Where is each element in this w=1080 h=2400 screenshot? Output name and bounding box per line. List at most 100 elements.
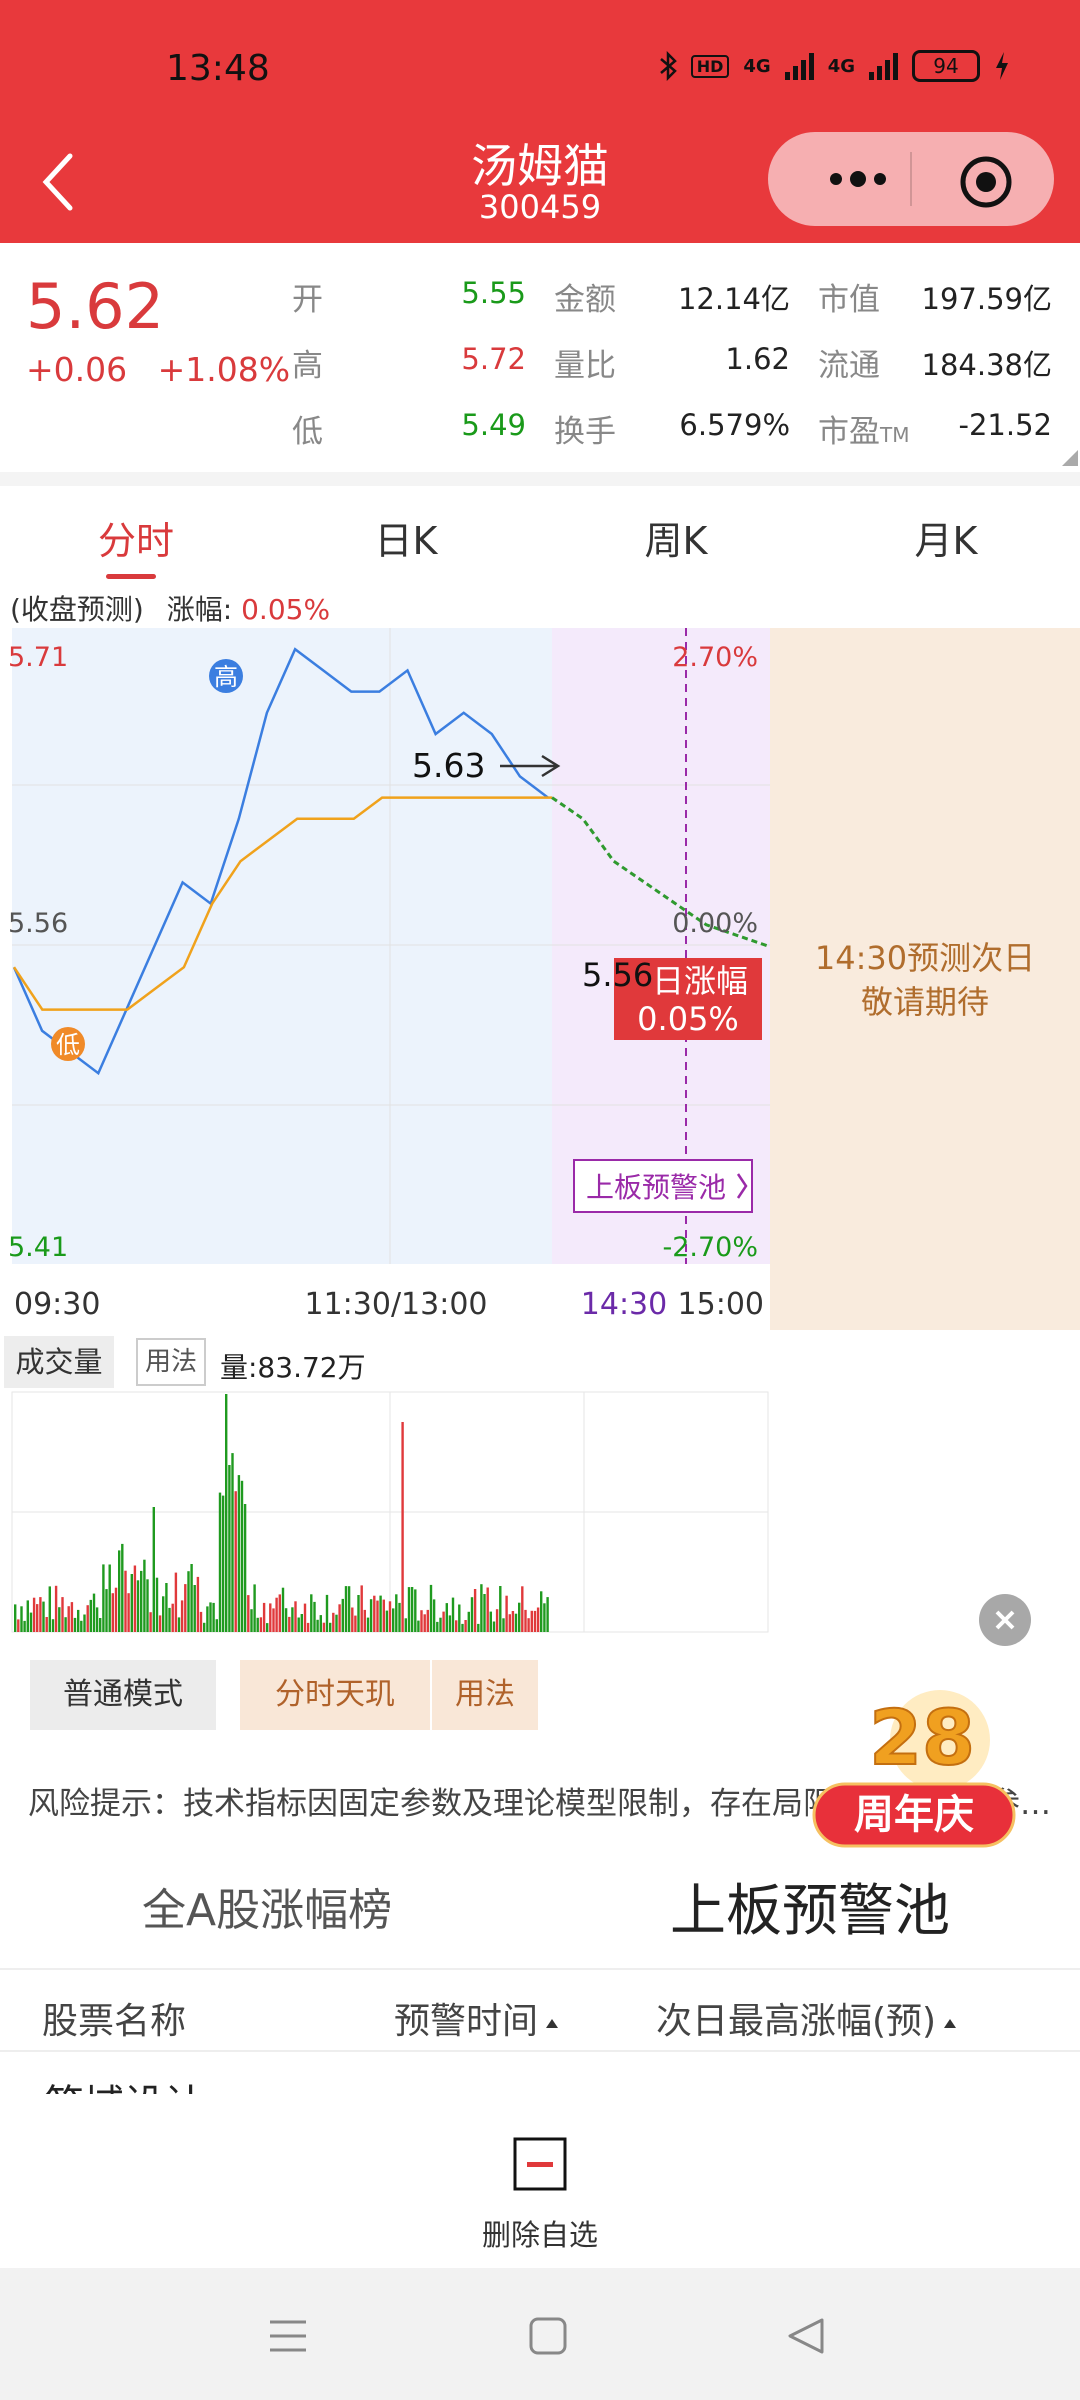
- close-miniapp-icon[interactable]: [956, 152, 1016, 212]
- volume-bar: [174, 1572, 178, 1632]
- menu-icon[interactable]: [268, 2316, 308, 2356]
- volume-bar: [234, 1491, 237, 1632]
- tab-all-a-gainers[interactable]: 全A股涨幅榜: [142, 1874, 392, 1938]
- volume-bar: [58, 1607, 61, 1632]
- volume-bar: [14, 1604, 17, 1632]
- volume-bar: [266, 1623, 269, 1632]
- volume-bar: [269, 1603, 272, 1632]
- volume-bar: [344, 1586, 348, 1632]
- volume-bar: [335, 1614, 338, 1632]
- volume-bar: [329, 1622, 332, 1632]
- volume-usage-tag[interactable]: 用法: [136, 1338, 206, 1386]
- normal-mode-button[interactable]: 普通模式: [30, 1660, 216, 1730]
- delete-watchlist-icon[interactable]: [512, 2136, 568, 2192]
- volume-bar: [209, 1602, 212, 1632]
- volume-bar: [262, 1602, 266, 1632]
- volume-bar: [306, 1622, 310, 1632]
- volume-bar: [366, 1617, 370, 1632]
- divider: [0, 2050, 1080, 2052]
- pct-label-top: 2.70%: [672, 642, 758, 673]
- turnover-value: 6.579%: [679, 408, 790, 442]
- volume-ratio-value: 1.62: [725, 342, 790, 376]
- col-alert-time[interactable]: 预警时间: [394, 1992, 559, 2044]
- volume-bar: [228, 1465, 231, 1632]
- volume-bar: [521, 1586, 524, 1632]
- amount-value: 12.14亿: [677, 282, 790, 316]
- volume-bar: [442, 1611, 445, 1632]
- volume-bars: [14, 1394, 549, 1632]
- volume-bar: [455, 1620, 458, 1632]
- volume-bar: [114, 1587, 118, 1632]
- list-item[interactable]: 答域设计: [44, 2080, 644, 2094]
- volume-bar: [505, 1595, 508, 1632]
- volume-bar: [256, 1617, 259, 1632]
- volume-bar: [429, 1584, 433, 1632]
- volume-bar: [111, 1593, 114, 1632]
- volume-bar: [518, 1602, 521, 1632]
- volume-bar: [70, 1602, 74, 1632]
- col-alert-time-label: 预警时间: [394, 2001, 539, 2042]
- delete-watchlist-label[interactable]: 删除自选: [0, 2212, 1080, 2254]
- volume-bar: [29, 1612, 33, 1632]
- low-marker: 低: [51, 1027, 85, 1061]
- volume-bar: [448, 1615, 452, 1632]
- tab-monthly-k[interactable]: 月K: [846, 510, 1046, 565]
- col-next-day-high[interactable]: 次日最高涨幅(预): [656, 1992, 957, 2044]
- volume-bar: [158, 1615, 162, 1632]
- anniversary-badge[interactable]: 28 周年庆: [800, 1680, 1030, 1860]
- volume-bar: [86, 1605, 89, 1632]
- volume-tag[interactable]: 成交量: [4, 1336, 114, 1388]
- volume-bar: [272, 1608, 275, 1632]
- volume-bar: [294, 1601, 297, 1632]
- volume-bar: [284, 1608, 288, 1632]
- y-label-top: 5.71: [8, 642, 68, 673]
- high-value: 5.72: [461, 342, 526, 376]
- high-label: 高: [292, 348, 323, 384]
- more-icon[interactable]: [800, 144, 916, 214]
- back-nav-icon[interactable]: [786, 2316, 826, 2356]
- tab-daily-k[interactable]: 日K: [306, 510, 506, 565]
- volume-bar: [187, 1571, 190, 1632]
- tab-limit-up-pool[interactable]: 上板预警池: [670, 1866, 950, 1947]
- tab-intraday[interactable]: 分时: [36, 510, 236, 565]
- change-percent: +1.08%: [157, 350, 291, 389]
- intraday-chart[interactable]: 高 低 5.63 日涨幅 0.05% 5.56 上板预警池 5.71 5.56 …: [0, 600, 780, 1330]
- tab-weekly-k[interactable]: 周K: [576, 510, 776, 565]
- pool-button-label[interactable]: 上板预警池: [586, 1171, 726, 1204]
- usage-button[interactable]: 用法: [432, 1660, 538, 1730]
- volume-bar: [124, 1570, 127, 1632]
- volume-bar: [136, 1580, 140, 1632]
- volume-bar: [524, 1609, 527, 1632]
- volume-bar: [480, 1584, 483, 1632]
- volume-bar: [354, 1615, 357, 1632]
- volume-bar: [470, 1597, 474, 1632]
- expand-corner-icon[interactable]: [1062, 450, 1078, 466]
- volume-bar: [388, 1601, 392, 1632]
- volume-bar: [177, 1617, 181, 1632]
- fenshi-tianji-button[interactable]: 分时天玑: [240, 1660, 430, 1730]
- next-day-value: 0.05%: [637, 1000, 739, 1038]
- volume-bar: [369, 1599, 373, 1632]
- volume-bar: [508, 1614, 511, 1632]
- volume-bar: [511, 1611, 515, 1632]
- volume-bar: [347, 1586, 351, 1632]
- home-icon[interactable]: [528, 2316, 568, 2356]
- network-label-2: 4G: [827, 55, 855, 77]
- volume-bar: [102, 1564, 105, 1632]
- volume-bar: [445, 1603, 448, 1632]
- volume-bar: [410, 1587, 414, 1632]
- volume-bar: [281, 1587, 285, 1632]
- col-stock-name: 股票名称: [42, 2001, 187, 2042]
- volume-bar: [121, 1543, 124, 1632]
- float-label: 流通: [818, 348, 880, 384]
- volume-bar: [543, 1603, 546, 1632]
- volume-bar: [180, 1600, 184, 1632]
- volume-bar: [297, 1617, 300, 1632]
- volume-bar: [502, 1618, 505, 1632]
- volume-bar: [499, 1586, 502, 1632]
- forecast-panel-line2: 敬请期待: [860, 983, 989, 1021]
- volume-bar: [407, 1587, 411, 1632]
- close-ad-button[interactable]: [979, 1594, 1031, 1646]
- volume-bar: [48, 1586, 51, 1632]
- signal-icon-1: [784, 52, 814, 80]
